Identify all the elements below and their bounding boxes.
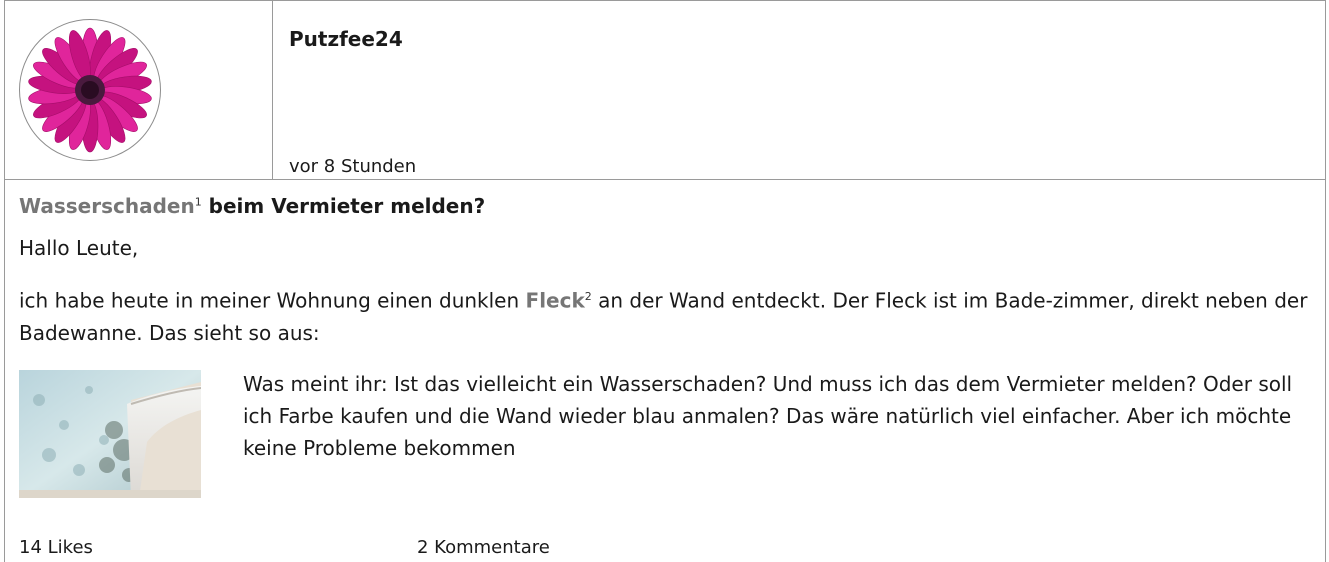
username[interactable]: Putzfee24 bbox=[289, 27, 403, 51]
post-paragraph-2: Was meint ihr: Ist das vielleicht ein Wa… bbox=[243, 372, 1293, 460]
post-meta: Putzfee24 vor 8 Stunden bbox=[273, 1, 1325, 179]
post-header: Putzfee24 vor 8 Stunden bbox=[4, 0, 1326, 180]
forum-post: Putzfee24 vor 8 Stunden Wasserschaden1 b… bbox=[0, 0, 1329, 562]
avatar[interactable] bbox=[19, 19, 161, 161]
post-title: Wasserschaden1 beim Vermieter melden? bbox=[19, 194, 485, 218]
glossary-word-wasserschaden[interactable]: Wasserschaden bbox=[19, 194, 195, 218]
bathroom-wall-photo[interactable] bbox=[19, 370, 201, 498]
footnote-marker: 1 bbox=[194, 195, 202, 209]
post-title-text: beim Vermieter melden? bbox=[201, 194, 486, 218]
glossary-word-fleck[interactable]: Fleck bbox=[526, 289, 585, 313]
comments-count[interactable]: 2 Kommentare bbox=[417, 537, 550, 558]
post-paragraph-1: ich habe heute in meiner Wohnung einen d… bbox=[19, 281, 1309, 349]
avatar-cell bbox=[5, 1, 273, 179]
post-time: vor 8 Stunden bbox=[289, 156, 417, 177]
post-body: Wasserschaden1 beim Vermieter melden? Ha… bbox=[4, 180, 1326, 562]
photo-image bbox=[19, 370, 201, 498]
footnote-marker: 2 bbox=[584, 290, 592, 303]
flower-avatar-icon bbox=[28, 27, 152, 153]
greeting: Hallo Leute, bbox=[19, 236, 139, 260]
paragraph-text: ich habe heute in meiner Wohnung einen d… bbox=[19, 288, 526, 313]
likes-count[interactable]: 14 Likes bbox=[19, 537, 93, 558]
